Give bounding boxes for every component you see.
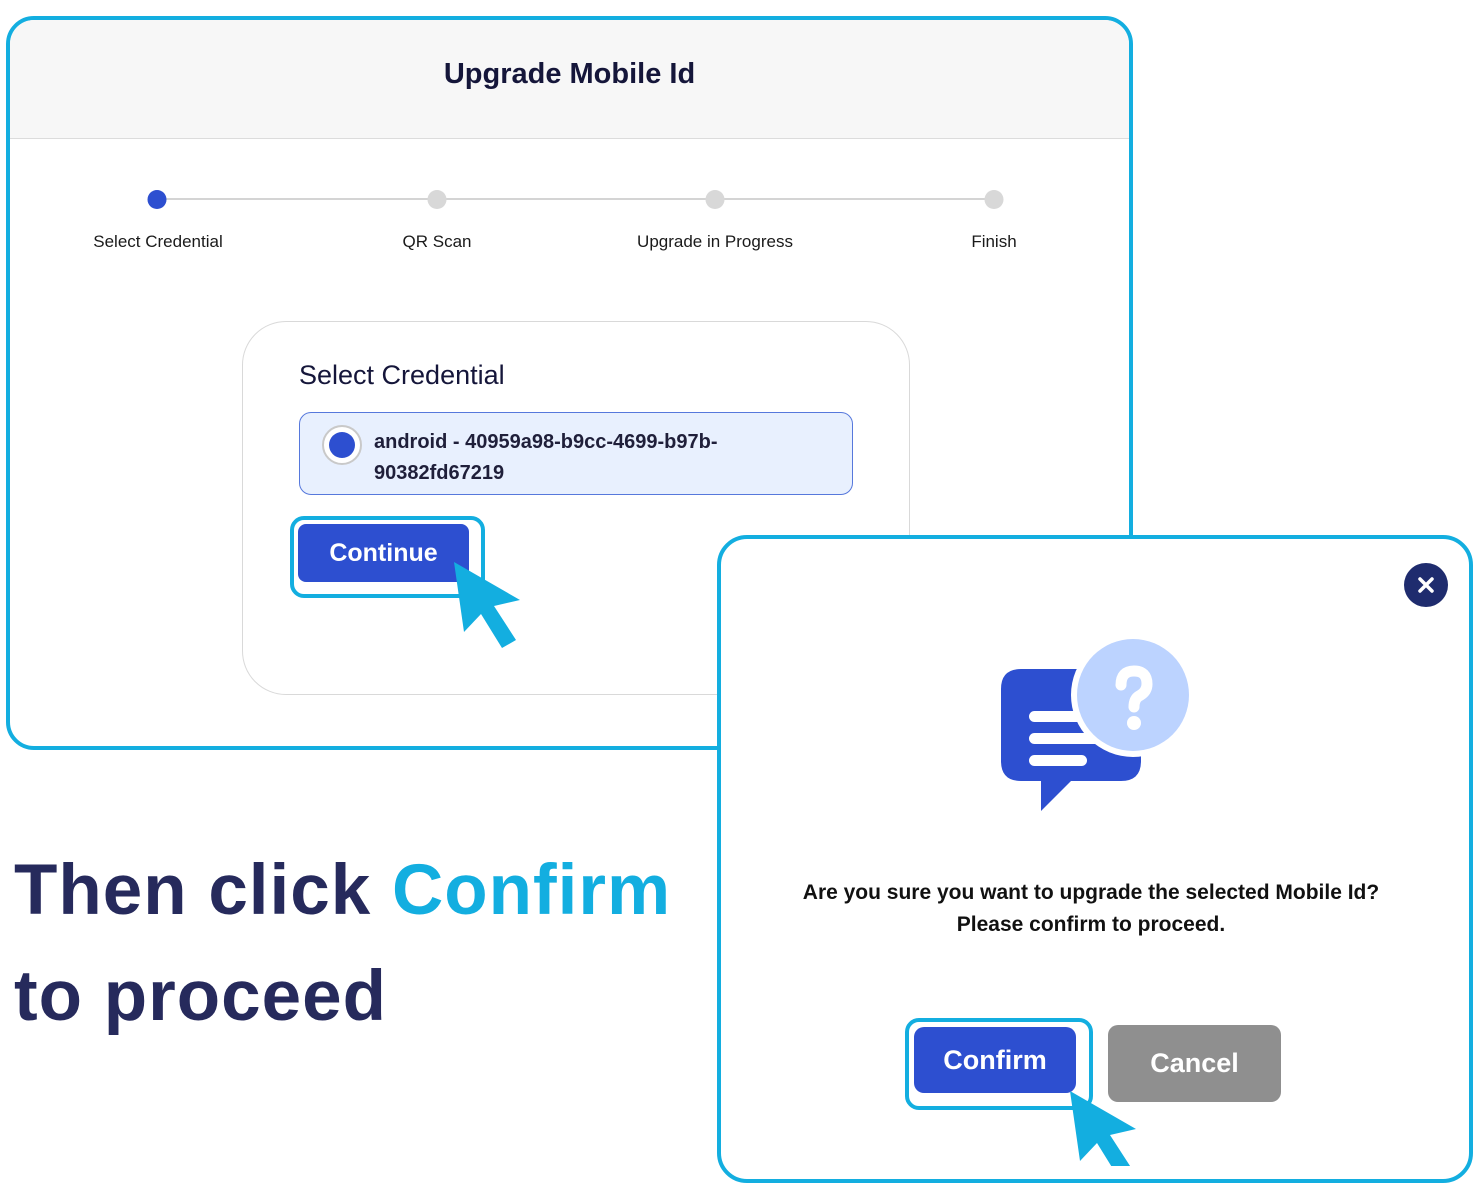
dialog-message: Are you sure you want to upgrade the sel… (802, 881, 1380, 936)
window-title: Upgrade Mobile Id (443, 57, 696, 90)
window-header: Upgrade Mobile Id (10, 20, 1129, 139)
caption-part1: Then click (14, 851, 392, 930)
chat-question-icon (1001, 633, 1195, 811)
pointer-cursor-icon-confirm (1070, 1091, 1136, 1166)
credential-label: android - 40959a98-b9cc-4699-b97b-90382f… (374, 431, 718, 484)
credential-radio[interactable] (322, 425, 362, 465)
continue-button[interactable]: Continue (298, 524, 469, 582)
step-dot-finish (984, 190, 1004, 209)
credential-option[interactable]: android - 40959a98-b9cc-4699-b97b-90382f… (299, 412, 853, 495)
pointer-cursor-icon (454, 562, 520, 648)
step-label-qr-scan: QR Scan (402, 232, 472, 251)
caption-part2: to proceed (14, 957, 387, 1036)
confirm-button[interactable]: Confirm (914, 1027, 1076, 1093)
step-label-select-credential: Select Credential (93, 232, 223, 251)
instruction-caption: Then click Confirm to proceed (14, 838, 671, 1050)
close-icon (1418, 577, 1434, 593)
step-label-finish: Finish (971, 232, 1017, 251)
stepper: Select Credential QR Scan Upgrade in Pro… (10, 180, 1129, 260)
card-title: Select Credential (299, 360, 505, 390)
radio-selected-dot (329, 432, 355, 458)
step-label-upgrade-in-progress: Upgrade in Progress (637, 232, 793, 251)
close-button[interactable] (1404, 563, 1448, 607)
step-dot-qr-scan (427, 190, 447, 209)
confirm-dialog: Are you sure you want to upgrade the sel… (717, 535, 1473, 1183)
step-dot-upgrade-in-progress (705, 190, 725, 209)
caption-highlight: Confirm (391, 851, 672, 930)
stepper-line (163, 198, 1000, 200)
step-dot-select-credential (147, 190, 167, 209)
